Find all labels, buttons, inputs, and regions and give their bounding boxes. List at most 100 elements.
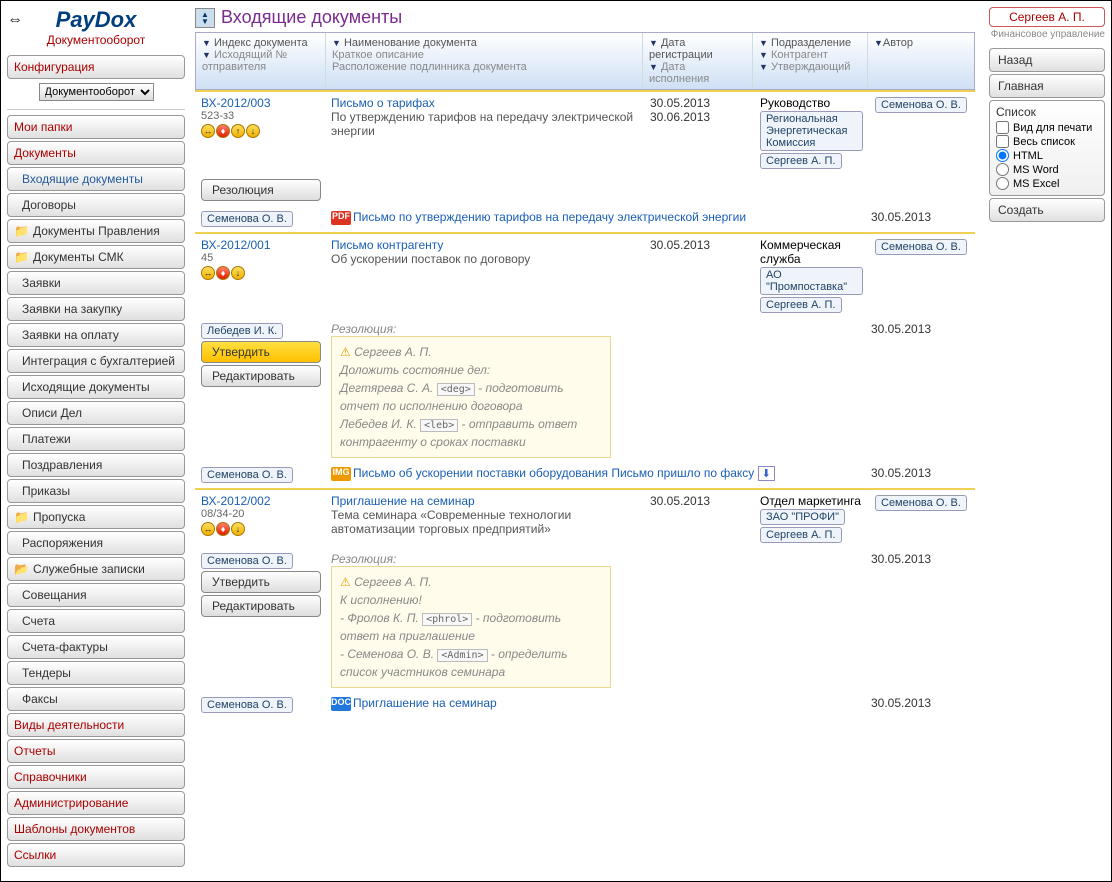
doc-attach-row: Семенова О. В. DOCПриглашение на семинар… — [195, 692, 975, 718]
status-icon[interactable]: ♦ — [216, 266, 230, 280]
doc-icon[interactable]: DOC — [331, 697, 351, 711]
create-button[interactable]: Создать — [989, 198, 1105, 222]
tag[interactable]: Региональная Энергетическая Комиссия — [760, 111, 863, 151]
doc-index-link[interactable]: ВХ-2012/001 — [201, 238, 319, 252]
status-icon[interactable]: ↔ — [201, 266, 215, 280]
doc-index-link[interactable]: ВХ-2012/003 — [201, 96, 319, 110]
nav-tenders[interactable]: Тендеры — [7, 661, 185, 685]
nav-templates[interactable]: Шаблоны документов — [7, 817, 185, 841]
print-view-checkbox[interactable]: Вид для печати — [996, 121, 1098, 134]
nav-links[interactable]: Ссылки — [7, 843, 185, 867]
tag[interactable]: Сергеев А. П. — [760, 153, 842, 169]
nav-payment-req[interactable]: Заявки на оплату — [7, 323, 185, 347]
doc-attach-row: Семенова О. В. IMGПисьмо об ускорении по… — [195, 462, 975, 488]
author-tag[interactable]: Семенова О. В. — [875, 97, 967, 113]
home-button[interactable]: Главная — [989, 74, 1105, 98]
nav-documents[interactable]: Документы — [7, 141, 185, 165]
doc-row: ВХ-2012/003 523-з3 ↔ ♦ ↑ ↓ Письмо о тари… — [195, 90, 975, 174]
img-icon[interactable]: IMG — [331, 467, 351, 481]
config-dropdown[interactable]: Документооборот — [39, 83, 154, 101]
doc-attach-row: Семенова О. В. PDFПисьмо по утверждению … — [195, 206, 975, 232]
nav-congrats[interactable]: Поздравления — [7, 453, 185, 477]
table-header: ▼ Индекс документа ▼ Исходящий № отправи… — [195, 32, 975, 90]
edit-button[interactable]: Редактировать — [201, 595, 321, 617]
person-tag[interactable]: Семенова О. В. — [201, 553, 293, 569]
nav-activities[interactable]: Виды деятельности — [7, 713, 185, 737]
author-tag[interactable]: Семенова О. В. — [875, 495, 967, 511]
warning-icon: ⚠ — [340, 345, 351, 359]
main-panel: ▲▼ Входящие документы ▼ Индекс документа… — [191, 1, 983, 881]
person-tag[interactable]: Семенова О. В. — [201, 697, 293, 713]
person-tag[interactable]: Лебедев И. К. — [201, 323, 283, 339]
doc-title-link[interactable]: Приглашение на семинар — [331, 494, 638, 508]
resolution-box: ⚠ Сергеев А. П. К исполнению! - Фролов К… — [331, 566, 611, 688]
nav-requests[interactable]: Заявки — [7, 271, 185, 295]
nav-memos[interactable]: Служебные записки — [7, 557, 185, 581]
resolution-button[interactable]: Резолюция — [201, 179, 321, 201]
nav-orders[interactable]: Приказы — [7, 479, 185, 503]
status-icon[interactable]: ↔ — [201, 124, 215, 138]
warning-icon: ⚠ — [340, 575, 351, 589]
list-panel: Список Вид для печати Весь список HTML M… — [989, 100, 1105, 196]
status-icon[interactable]: ↓ — [231, 266, 245, 280]
approve-button[interactable]: Утвердить — [201, 341, 321, 363]
config-header[interactable]: Конфигурация — [7, 55, 185, 79]
nav-payments[interactable]: Платежи — [7, 427, 185, 451]
nav-dispositions[interactable]: Распоряжения — [7, 531, 185, 555]
status-icon[interactable]: ↓ — [231, 522, 245, 536]
nav-inventories[interactable]: Описи Дел — [7, 401, 185, 425]
status-icon[interactable]: ↓ — [246, 124, 260, 138]
nav-contracts[interactable]: Договоры — [7, 193, 185, 217]
status-icon[interactable]: ♦ — [216, 522, 230, 536]
tag[interactable]: Сергеев А. П. — [760, 527, 842, 543]
nav-integration[interactable]: Интеграция с бухгалтерией — [7, 349, 185, 373]
nav-board-docs[interactable]: Документы Правления — [7, 219, 185, 243]
sort-icon[interactable]: ▲▼ — [195, 8, 215, 28]
tag[interactable]: ЗАО "ПРОФИ" — [760, 509, 845, 525]
right-sidebar: Сергеев А. П. Финансовое управление Наза… — [983, 1, 1111, 881]
tag[interactable]: АО "Промпоставка" — [760, 267, 863, 295]
tag[interactable]: Сергеев А. П. — [760, 297, 842, 313]
nav-purchase-req[interactable]: Заявки на закупку — [7, 297, 185, 321]
nav-outgoing[interactable]: Исходящие документы — [7, 375, 185, 399]
resolution-box: ⚠ Сергеев А. П. Доложить состояние дел: … — [331, 336, 611, 458]
pdf-icon[interactable]: PDF — [331, 211, 351, 225]
author-tag[interactable]: Семенова О. В. — [875, 239, 967, 255]
format-excel-radio[interactable]: MS Excel — [996, 177, 1098, 190]
nav-incoming[interactable]: Входящие документы — [7, 167, 185, 191]
logo-subtitle: Документооборот — [7, 33, 185, 47]
whole-list-checkbox[interactable]: Весь список — [996, 135, 1098, 148]
download-icon[interactable]: ⬇ — [758, 466, 775, 481]
left-sidebar: ⇔ PayDox Документооборот Конфигурация До… — [1, 1, 191, 881]
format-word-radio[interactable]: MS Word — [996, 163, 1098, 176]
doc-title-link[interactable]: Письмо о тарифах — [331, 96, 638, 110]
nav-smk-docs[interactable]: Документы СМК — [7, 245, 185, 269]
status-icon[interactable]: ♦ — [216, 124, 230, 138]
logo-area: ⇔ PayDox Документооборот — [7, 7, 185, 47]
nav-passes[interactable]: Пропуска — [7, 505, 185, 529]
nav-meetings[interactable]: Совещания — [7, 583, 185, 607]
status-icon[interactable]: ↔ — [201, 522, 215, 536]
person-tag[interactable]: Семенова О. В. — [201, 467, 293, 483]
person-tag[interactable]: Семенова О. В. — [201, 211, 293, 227]
edit-button[interactable]: Редактировать — [201, 365, 321, 387]
format-html-radio[interactable]: HTML — [996, 149, 1098, 162]
nav-reports[interactable]: Отчеты — [7, 739, 185, 763]
user-dept: Финансовое управление — [989, 29, 1105, 40]
doc-sub-row: Резолюция — [195, 174, 975, 206]
expand-icon[interactable]: ⇔ — [7, 11, 23, 29]
approve-button[interactable]: Утвердить — [201, 571, 321, 593]
doc-title-link[interactable]: Письмо контрагенту — [331, 238, 638, 252]
nav-my-folders[interactable]: Мои папки — [7, 115, 185, 139]
doc-index-link[interactable]: ВХ-2012/002 — [201, 494, 319, 508]
nav-admin[interactable]: Администрирование — [7, 791, 185, 815]
user-badge[interactable]: Сергеев А. П. — [989, 7, 1105, 27]
doc-resolution-row: Лебедев И. К. Утвердить Редактировать Ре… — [195, 318, 975, 462]
doc-row: ВХ-2012/001 45 ↔ ♦ ↓ Письмо контрагенту … — [195, 232, 975, 318]
nav-invoices[interactable]: Счета-фактуры — [7, 635, 185, 659]
nav-accounts[interactable]: Счета — [7, 609, 185, 633]
nav-faxes[interactable]: Факсы — [7, 687, 185, 711]
status-icon[interactable]: ↑ — [231, 124, 245, 138]
back-button[interactable]: Назад — [989, 48, 1105, 72]
nav-dirs[interactable]: Справочники — [7, 765, 185, 789]
